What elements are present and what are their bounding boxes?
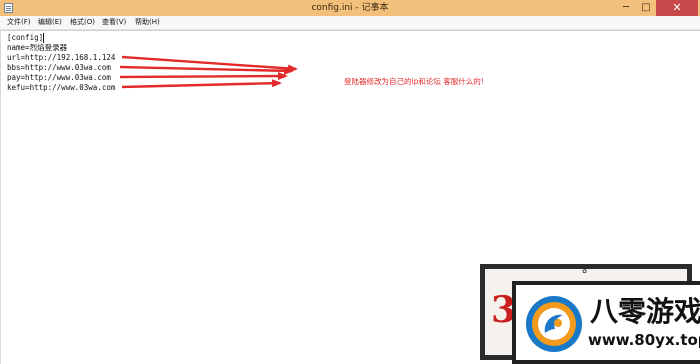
watermark-url: www.80yx.top [588, 331, 700, 349]
arrow-pay [119, 72, 288, 81]
watermark-stamp-mark: ✿ [582, 268, 588, 275]
brand-logo-icon [526, 296, 582, 352]
annotation-text: 登陆器修改为自己的ip和论坛 客服什么的! [344, 77, 484, 86]
watermark-brand: 八零游戏 [590, 295, 700, 328]
arrow-kefu [121, 79, 282, 89]
